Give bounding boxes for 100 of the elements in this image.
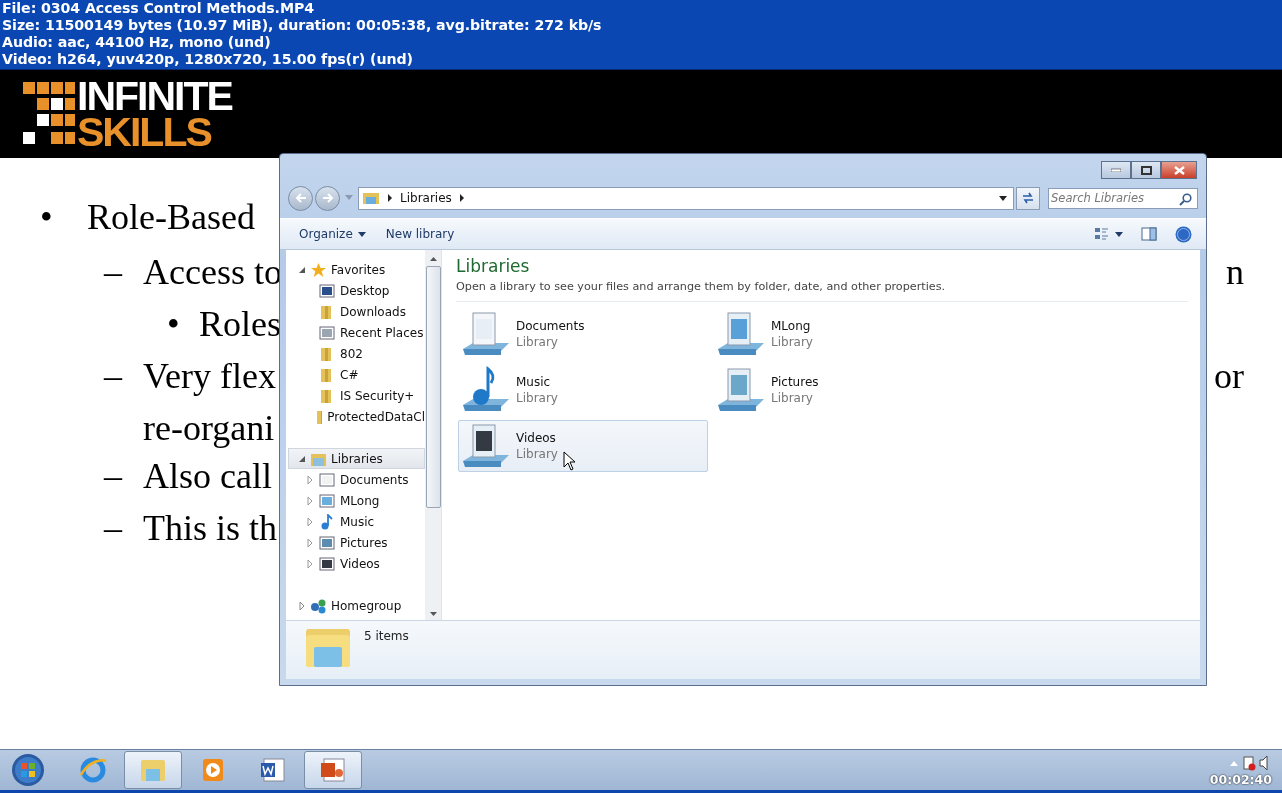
nav-item[interactable]: Pictures	[286, 532, 425, 553]
nav-item[interactable]: C#	[286, 364, 425, 385]
organize-menu-button[interactable]: Organize	[294, 224, 371, 244]
star-icon	[310, 261, 327, 278]
close-icon	[1173, 165, 1185, 175]
nav-item[interactable]: Downloads	[286, 301, 425, 322]
chevron-icon	[387, 194, 393, 202]
slide-text: Role-Based	[87, 196, 255, 238]
library-item[interactable]: Videos Library	[458, 420, 708, 472]
nav-item[interactable]: Recent Places	[286, 322, 425, 343]
pane-icon	[1141, 227, 1157, 241]
library-item[interactable]: Documents Library	[458, 308, 708, 360]
network-icon	[310, 597, 327, 614]
taskbar-app-button[interactable]	[304, 751, 362, 789]
media-info-text: Audio: aac, 44100 Hz, mono (und)	[2, 34, 272, 51]
nav-item[interactable]: Documents	[286, 469, 425, 490]
close-button[interactable]	[1161, 161, 1197, 179]
new-library-button[interactable]: New library	[380, 224, 460, 244]
media-info-text: File: 0304 Access Control Methods.MP4	[2, 0, 315, 17]
nav-item[interactable]: 802	[286, 343, 425, 364]
media-info-text: Size: 11500149 bytes (10.97 MiB), duration: 00:05:38, avg.bitrate: 272 kb/s	[2, 17, 603, 34]
document-icon	[318, 755, 348, 785]
content-title: Libraries	[456, 256, 531, 276]
bullet-marker: –	[104, 355, 124, 397]
logo-text: INFINITE	[77, 78, 232, 114]
library-name: Videos	[516, 430, 557, 446]
document-icon	[319, 471, 335, 488]
maximize-icon	[1140, 165, 1152, 175]
monitor-icon	[319, 282, 335, 299]
search-field[interactable]: Search Libraries	[1048, 187, 1198, 209]
slide-text: Roles	[199, 303, 281, 345]
nav-item[interactable]: IS Security+	[286, 385, 425, 406]
back-button[interactable]	[288, 185, 313, 211]
document-icon	[319, 492, 335, 509]
nav-item[interactable]: Libraries	[288, 448, 425, 469]
forward-button[interactable]	[315, 185, 340, 211]
view-list-icon	[1095, 227, 1123, 241]
bullet-marker: •	[167, 303, 181, 345]
expand-arrow-icon[interactable]	[298, 454, 306, 463]
item-count: 5 items	[364, 629, 409, 643]
back-arrow-icon	[293, 192, 308, 204]
bullet-marker: –	[104, 455, 124, 497]
slide-text: or	[1214, 355, 1244, 397]
scrollbar[interactable]	[425, 250, 441, 620]
help-icon	[1175, 225, 1192, 243]
address-bar[interactable]: Libraries	[358, 186, 1014, 210]
library-type: Library	[516, 446, 558, 462]
nav-item[interactable]: Homegroup	[286, 595, 425, 616]
slide-text: re-organi	[143, 407, 275, 449]
expand-arrow-icon[interactable]	[298, 265, 306, 274]
mouse-cursor-icon	[563, 451, 576, 471]
library-type: Library	[516, 334, 559, 350]
library-type: Library	[771, 390, 814, 406]
refresh-icon	[1021, 192, 1035, 204]
bullet-marker: –	[104, 251, 124, 293]
bullet-marker: •	[40, 196, 54, 238]
logo-text: SKILLS	[77, 114, 212, 150]
media-info-text: Video: h264, yuv420p, 1280x720, 15.00 fps(r) (und)	[2, 51, 414, 68]
slide-text: Very flex	[143, 355, 276, 397]
document-icon	[258, 755, 288, 785]
windows-orb-icon	[11, 753, 45, 787]
expand-arrow-icon[interactable]	[298, 601, 306, 610]
slide-text: This is th	[143, 507, 277, 549]
scroll-down-icon[interactable]	[429, 612, 437, 616]
library-type: Library	[771, 334, 813, 350]
scroll-up-icon[interactable]	[429, 257, 437, 261]
dropdown-arrow-icon[interactable]	[999, 195, 1007, 201]
library-type: Library	[516, 390, 558, 406]
taskbar-app-button[interactable]	[124, 751, 182, 789]
nav-item[interactable]: MLong	[286, 490, 425, 511]
picture-icon	[319, 534, 335, 551]
nav-item[interactable]: Favorites	[286, 259, 425, 280]
forward-arrow-icon	[320, 192, 335, 204]
breadcrumb[interactable]: Libraries	[400, 191, 452, 205]
minimize-button[interactable]	[1101, 161, 1131, 179]
nav-item[interactable]: ProtectedDataCl	[286, 406, 425, 427]
nav-item[interactable]: Desktop	[286, 280, 425, 301]
library-name: Documents	[516, 318, 585, 334]
bullet-marker: –	[104, 507, 124, 549]
library-name: Music	[516, 374, 552, 390]
slide-text: Also call	[143, 455, 272, 497]
library-item[interactable]: Pictures Library	[713, 364, 963, 416]
library-item[interactable]: MLong Library	[713, 308, 963, 360]
library-name: MLong	[771, 318, 812, 334]
minimize-icon	[1111, 168, 1121, 172]
film-icon	[319, 555, 335, 572]
slide-text: n	[1226, 251, 1244, 293]
music-note-icon	[319, 513, 335, 530]
video-timestamp: 00:02:40	[1209, 771, 1272, 787]
chevron-icon	[458, 194, 465, 202]
nav-item[interactable]: Videos	[286, 553, 425, 574]
browser-icon	[78, 755, 108, 785]
library-name: Pictures	[771, 374, 819, 390]
maximize-button[interactable]	[1131, 161, 1161, 179]
content-description: Open a library to see your files and arrange them by folder, date, and other properties.	[456, 280, 1188, 302]
search-icon	[1179, 192, 1192, 206]
nav-item[interactable]: Music	[286, 511, 425, 532]
refresh-button[interactable]	[1016, 186, 1040, 210]
library-item[interactable]: Music Library	[458, 364, 708, 416]
caret-icon	[357, 231, 366, 237]
